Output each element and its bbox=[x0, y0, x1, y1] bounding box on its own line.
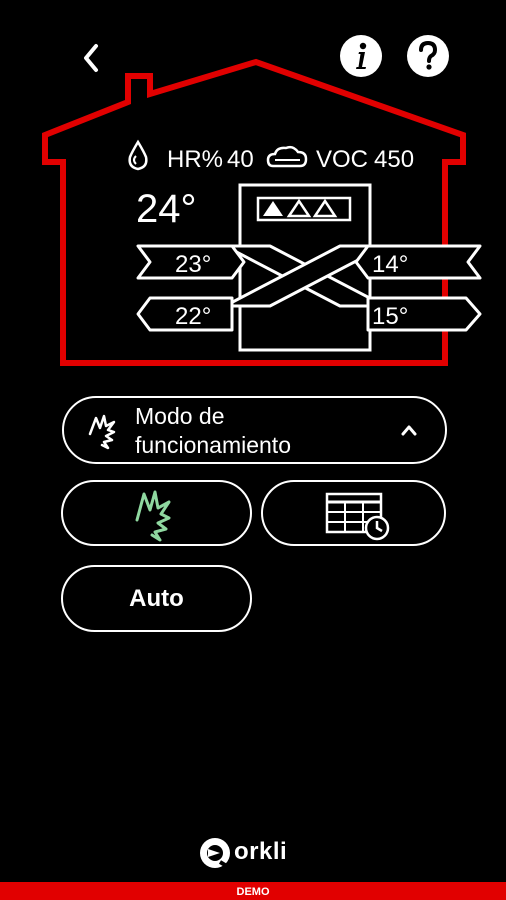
flow-left-bottom-temp: 22° bbox=[175, 303, 211, 330]
schedule-button[interactable] bbox=[261, 480, 446, 546]
orkli-logo-mark bbox=[200, 838, 232, 870]
calendar-clock-icon bbox=[325, 492, 390, 541]
chevron-up-icon bbox=[401, 425, 417, 436]
flow-right-bottom-temp: 15° bbox=[372, 303, 408, 330]
voc-value: 450 bbox=[374, 146, 414, 173]
manual-mode-button[interactable] bbox=[61, 480, 252, 546]
flow-left-top-temp: 23° bbox=[175, 251, 211, 278]
indoor-temperature: 24° bbox=[136, 187, 197, 231]
cloud-icon bbox=[266, 145, 308, 168]
orkli-logo: orkli bbox=[198, 836, 310, 872]
mode-label-line1: Modo de bbox=[135, 403, 225, 429]
orkli-logo-text: orkli bbox=[234, 838, 288, 865]
manual-mode-icon bbox=[135, 490, 171, 542]
voc-label: VOC bbox=[316, 146, 368, 173]
house-diagram: HR% 40 VOC 450 24° 23° 22° 14° 15° bbox=[42, 58, 482, 366]
humidity-label: HR% bbox=[167, 146, 223, 173]
flow-right-top-temp: 14° bbox=[372, 251, 408, 278]
drop-icon bbox=[128, 139, 148, 171]
mode-label-line2: funcionamiento bbox=[135, 432, 291, 458]
demo-label: DEMO bbox=[236, 886, 270, 898]
humidity-value: 40 bbox=[227, 146, 254, 173]
mode-selector[interactable]: Modo de funcionamiento bbox=[62, 396, 447, 464]
auto-button-label: Auto bbox=[129, 585, 184, 612]
manual-mode-icon bbox=[88, 414, 116, 450]
auto-button[interactable]: Auto bbox=[61, 565, 252, 632]
